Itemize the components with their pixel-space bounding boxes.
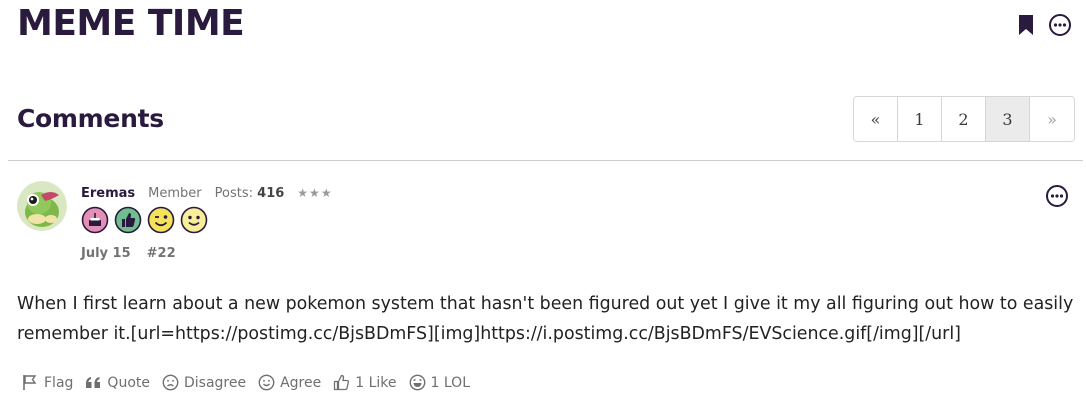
posts-count: 416 [257, 186, 285, 201]
comments-heading: Comments [17, 104, 164, 133]
disagree-label: Disagree [183, 374, 247, 391]
smile-badge-icon[interactable] [180, 206, 208, 234]
pagination-prev-button[interactable]: « [854, 97, 898, 141]
rank-stars: ★★★ [297, 186, 333, 200]
lol-button[interactable]: 1 LOL [409, 374, 470, 391]
thumbs-up-badge-icon[interactable] [114, 206, 142, 234]
comment-body: When I first learn about a new pokemon s… [17, 294, 1074, 344]
agree-icon [258, 374, 275, 391]
pagination: « 1 2 3 » [853, 96, 1075, 142]
reactions-bar: Flag Quote Disagree Agree 1 Like 1 LOL [22, 374, 470, 391]
section-divider [8, 160, 1083, 161]
comment-meta: Eremas Member Posts: 416 ★★★ [81, 186, 333, 201]
author-name[interactable]: Eremas [81, 186, 135, 201]
page-title: MEME TIME [17, 3, 245, 44]
title-actions [1018, 13, 1072, 37]
pagination-page-1[interactable]: 1 [898, 97, 942, 141]
flag-label: Flag [44, 374, 74, 391]
quote-label: Quote [107, 374, 150, 391]
flag-button[interactable]: Flag [22, 374, 73, 391]
discussion-options-icon[interactable] [1048, 13, 1072, 37]
comment-options-icon[interactable] [1045, 184, 1069, 208]
disagree-button[interactable]: Disagree [162, 374, 246, 391]
quote-icon [86, 377, 101, 388]
author-posts: Posts: 416 [215, 186, 285, 201]
post-info: July 15 #22 [81, 246, 176, 261]
pagination-page-3-current[interactable]: 3 [986, 97, 1030, 141]
flag-icon [23, 375, 37, 390]
posts-label: Posts: [214, 186, 254, 201]
pagination-page-2[interactable]: 2 [942, 97, 986, 141]
badges [81, 206, 208, 234]
avatar[interactable] [17, 181, 67, 231]
author-role: Member [148, 186, 202, 201]
agree-button[interactable]: Agree [258, 374, 321, 391]
like-button[interactable]: 1 Like [333, 374, 397, 391]
pagination-next-button[interactable]: » [1030, 97, 1074, 141]
like-label: 1 Like [355, 374, 397, 391]
disagree-icon [162, 374, 179, 391]
wink-badge-icon[interactable] [147, 206, 175, 234]
post-date[interactable]: July 15 [81, 246, 131, 261]
bookmark-icon[interactable] [1018, 14, 1034, 36]
laughing-icon [409, 374, 425, 391]
lol-label: 1 LOL [430, 374, 470, 391]
agree-label: Agree [280, 374, 322, 391]
cake-badge-icon[interactable] [81, 206, 109, 234]
thumbs-up-icon [334, 374, 350, 391]
quote-button[interactable]: Quote [85, 374, 150, 391]
post-number[interactable]: #22 [147, 246, 176, 261]
